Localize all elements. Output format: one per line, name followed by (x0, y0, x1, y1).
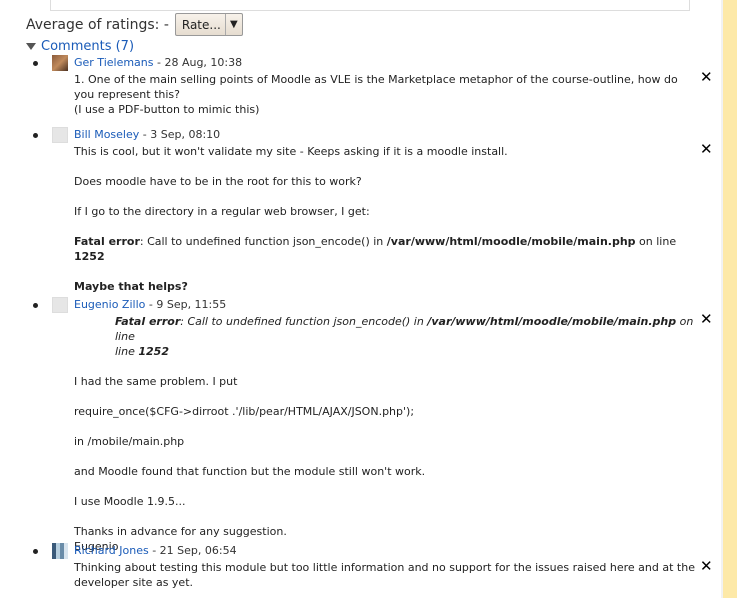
delete-comment-icon[interactable]: ✕ (700, 559, 713, 574)
delete-comment-icon[interactable]: ✕ (700, 312, 713, 327)
comment-date: - 28 Aug, 10:38 (153, 56, 243, 69)
comment-text: Does moodle have to be in the root for t… (74, 175, 362, 188)
rate-select-value: Rate... (181, 17, 221, 32)
comment-header: Richard Jones - 21 Sep, 06:54 (74, 544, 237, 557)
comment-text: This is cool, but it won't validate my s… (74, 145, 508, 158)
list-bullet (33, 549, 38, 554)
comment-text: I use Moodle 1.9.5... (74, 495, 186, 508)
comment-body: Fatal error: Call to undefined function … (74, 314, 699, 554)
avatar[interactable] (52, 127, 68, 143)
comment-author-link[interactable]: Richard Jones (74, 544, 149, 557)
comment-header: Eugenio Zillo - 9 Sep, 11:55 (74, 298, 226, 311)
list-bullet (33, 303, 38, 308)
comment-author-link[interactable]: Bill Moseley (74, 128, 139, 141)
rating-label: Average of ratings: - (26, 16, 169, 33)
comment-text: and Moodle found that function but the m… (74, 465, 426, 478)
quoted-error: Fatal error: Call to undefined function … (115, 315, 694, 358)
list-bullet (33, 61, 38, 66)
comment-item: Bill Moseley - 3 Sep, 08:10 This is cool… (33, 127, 713, 297)
comments-toggle[interactable]: Comments (7) (26, 39, 134, 54)
comment-author-link[interactable]: Ger Tielemans (74, 56, 154, 69)
right-side-panel (723, 0, 737, 598)
comment-text: I had the same problem. I put (74, 375, 238, 388)
comment-text: Maybe that helps? (74, 280, 188, 293)
chevron-down-icon: ▼ (224, 14, 242, 35)
comment-text: 1. One of the main selling points of Moo… (74, 73, 678, 101)
avatar[interactable] (52, 543, 68, 559)
rate-select[interactable]: Rate... ▼ (174, 13, 243, 36)
comment-item: Ger Tielemans - 28 Aug, 10:38 1. One of … (33, 55, 713, 120)
content-box-bottom (50, 0, 690, 11)
comment-item: Eugenio Zillo - 9 Sep, 11:55 Fatal error… (33, 297, 713, 553)
comment-body: 1. One of the main selling points of Moo… (74, 72, 699, 117)
comment-body: This is cool, but it won't validate my s… (74, 144, 699, 294)
comment-text: Thanks in advance for any suggestion. (74, 525, 287, 538)
comment-text: If I go to the directory in a regular we… (74, 205, 370, 218)
avatar[interactable] (52, 55, 68, 71)
comment-header: Ger Tielemans - 28 Aug, 10:38 (74, 56, 242, 69)
list-bullet (33, 133, 38, 138)
comment-header: Bill Moseley - 3 Sep, 08:10 (74, 128, 220, 141)
comment-text: in /mobile/main.php (74, 435, 185, 448)
comment-item: Richard Jones - 21 Sep, 06:54 Thinking a… (33, 543, 713, 593)
error-text: Fatal error: Call to undefined function … (74, 235, 677, 263)
comment-text: require_once($CFG->dirroot .'/lib/pear/H… (74, 405, 415, 418)
avatar[interactable] (52, 297, 68, 313)
comment-text: (I use a PDF-button to mimic this) (74, 103, 260, 116)
comments-toggle-label: Comments (7) (41, 39, 135, 54)
delete-comment-icon[interactable]: ✕ (700, 70, 713, 85)
delete-comment-icon[interactable]: ✕ (700, 142, 713, 157)
comment-date: - 21 Sep, 06:54 (148, 544, 237, 557)
comment-author-link[interactable]: Eugenio Zillo (74, 298, 145, 311)
comment-body: Thinking about testing this module but t… (74, 560, 699, 590)
rating-row: Average of ratings: - Rate... ▼ (26, 13, 243, 36)
collapse-triangle-icon (26, 43, 36, 50)
comment-date: - 9 Sep, 11:55 (145, 298, 227, 311)
comment-date: - 3 Sep, 08:10 (139, 128, 221, 141)
comment-text: Thinking about testing this module but t… (74, 561, 695, 589)
